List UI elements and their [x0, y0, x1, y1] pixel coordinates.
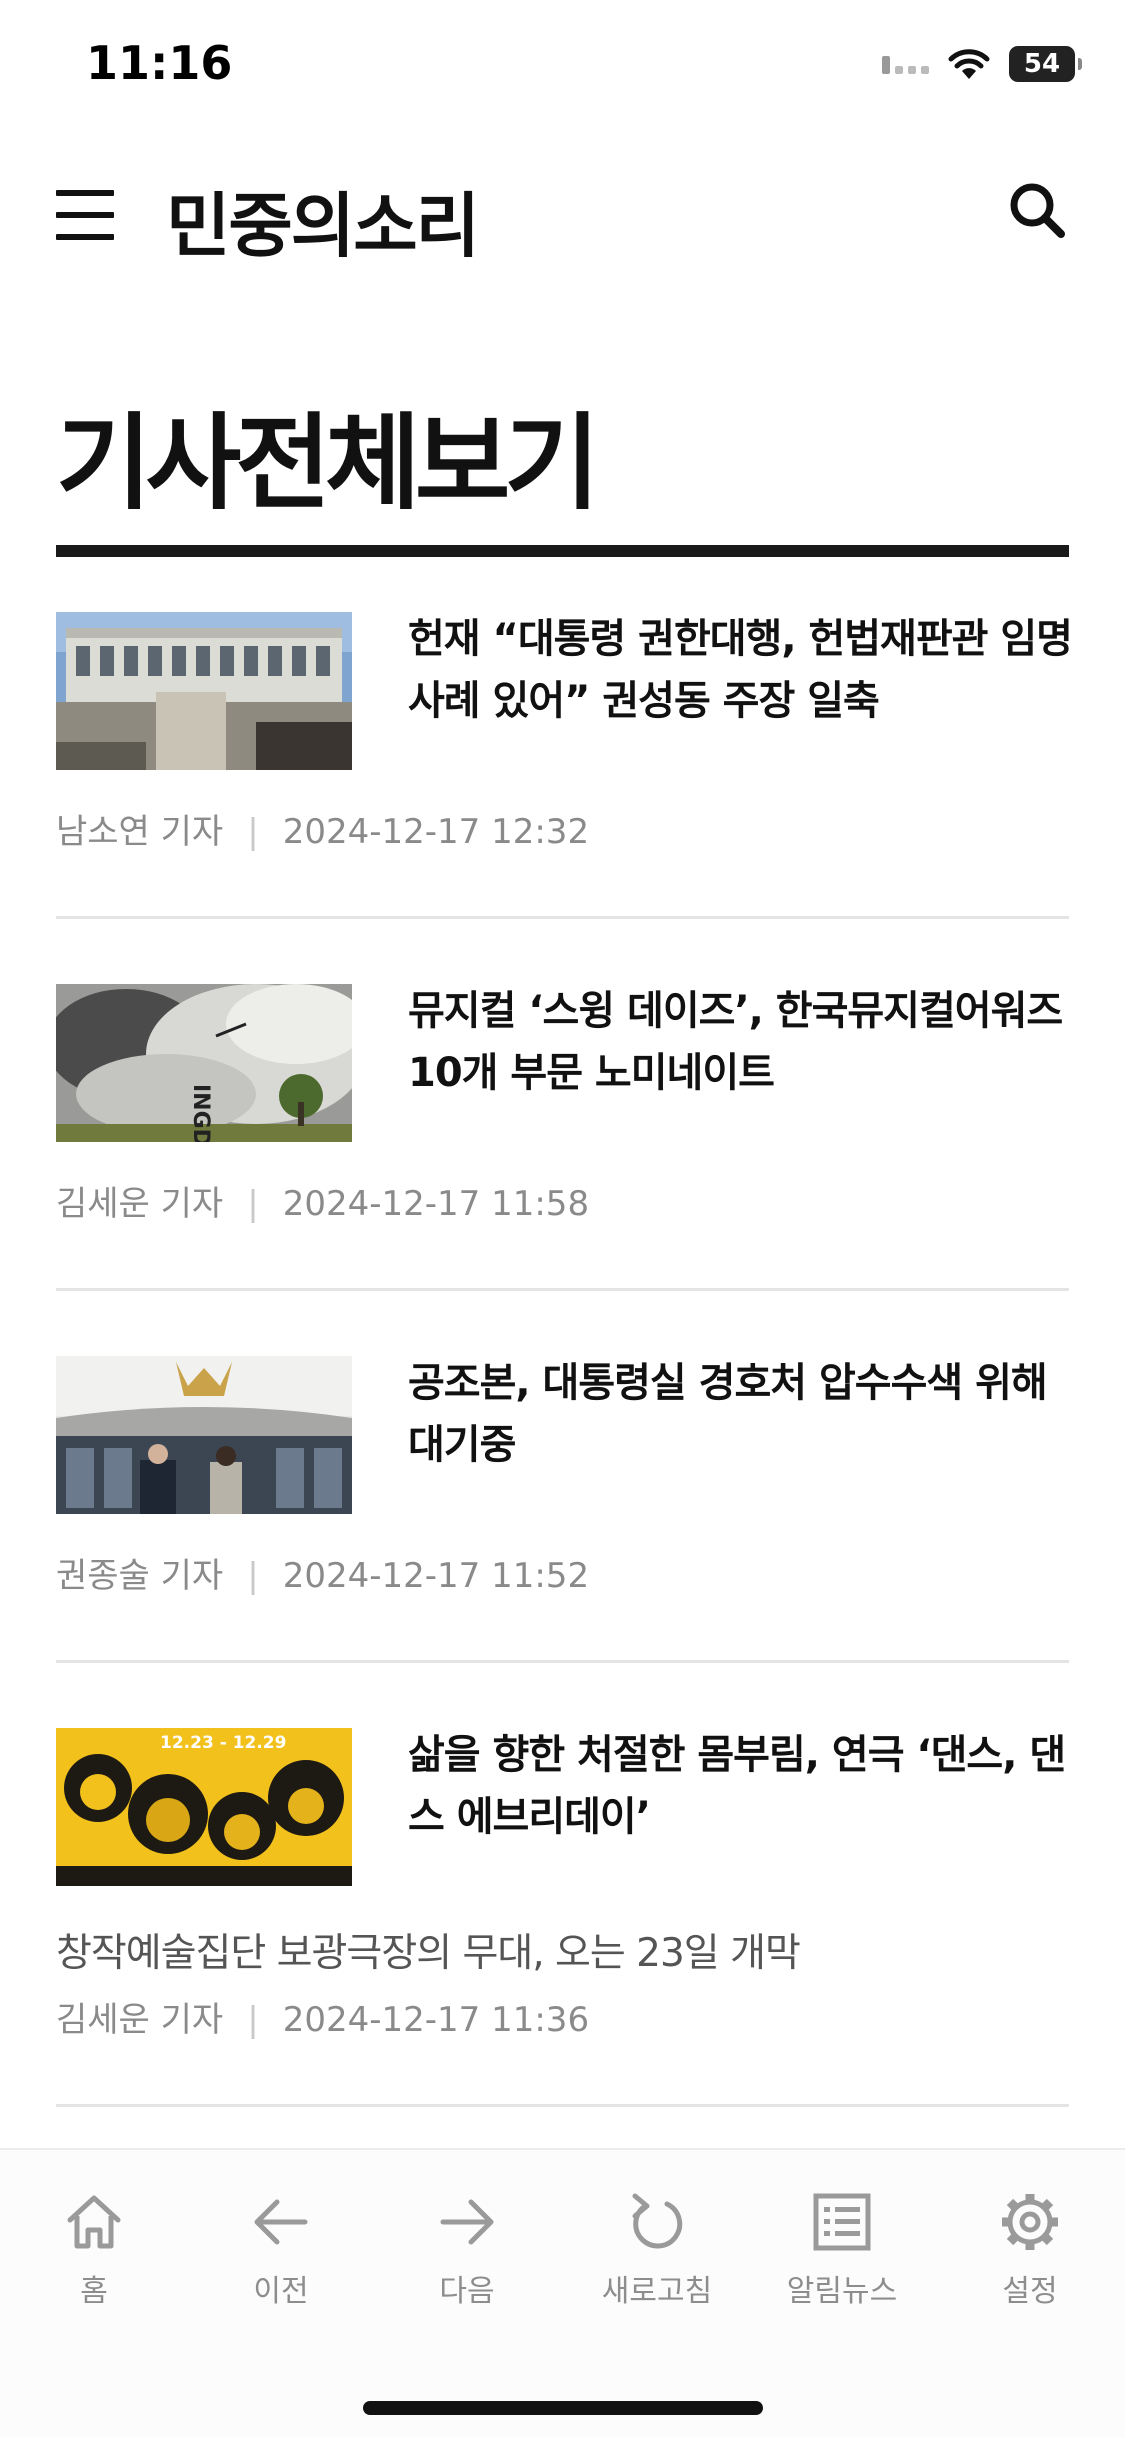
poster-date-text: 12.23 - 12.29 [160, 1733, 286, 1753]
article-subtitle: 창작예술집단 보광극장의 무대, 오는 23일 개막 [56, 1931, 801, 1976]
article-headline[interactable]: 헌재 “대통령 권한대행, 헌법재판관 임명 사례 있어” 권성동 주장 일축 [408, 608, 1073, 732]
article-thumbnail[interactable]: 12.23 - 12.29 [56, 1728, 352, 1886]
hamburger-menu-icon[interactable] [56, 190, 114, 242]
article-date: 2024-12-17 12:32 [282, 812, 590, 852]
list-icon [813, 2193, 871, 2251]
nav-settings[interactable]: 설정 [960, 2190, 1100, 2310]
app-header: 민중의소리 [0, 150, 1125, 280]
article-meta: 권종술 기자 | 2024-12-17 11:52 [56, 1548, 589, 1597]
home-indicator[interactable] [363, 2401, 763, 2415]
meta-separator: | [247, 2000, 259, 2040]
nav-forward[interactable]: 다음 [397, 2190, 537, 2310]
article-author: 김세운 기자 [56, 2000, 224, 2040]
wifi-icon [947, 47, 991, 81]
meta-separator: | [247, 1556, 259, 1596]
bottom-navigation: 홈 이전 다음 새로고침 알림뉴스 설정 [0, 2148, 1125, 2438]
article-thumbnail[interactable] [56, 1356, 352, 1514]
home-icon [67, 2195, 121, 2249]
article-divider [56, 1288, 1069, 1291]
status-bar: 11:16 54 [0, 0, 1125, 130]
article-divider [56, 916, 1069, 919]
nav-refresh[interactable]: 새로고침 [587, 2190, 727, 2310]
article-author: 김세운 기자 [56, 1184, 224, 1224]
page-title: 기사전체보기 [56, 402, 600, 524]
nav-label: 설정 [1002, 2274, 1058, 2309]
article-thumbnail[interactable]: INGDAYS [56, 984, 352, 1142]
article-headline[interactable]: 뮤지컬 ‘스윙 데이즈’, 한국뮤지컬어워즈 10개 부문 노미네이트 [408, 980, 1072, 1104]
article-divider [56, 1660, 1069, 1663]
cellular-signal-icon [882, 54, 929, 74]
battery-icon: 54 [1009, 46, 1082, 82]
article-date: 2024-12-17 11:36 [282, 2000, 590, 2040]
nav-label: 이전 [253, 2274, 309, 2309]
status-icons: 54 [882, 46, 1082, 82]
article-meta: 김세운 기자 | 2024-12-17 11:58 [56, 1176, 589, 1225]
article-date: 2024-12-17 11:52 [282, 1556, 590, 1596]
article-meta: 남소연 기자 | 2024-12-17 12:32 [56, 804, 589, 853]
nav-label: 홈 [80, 2274, 108, 2309]
status-time: 11:16 [86, 36, 233, 90]
nav-home[interactable]: 홈 [24, 2190, 164, 2310]
search-icon[interactable] [1005, 178, 1069, 242]
article-author: 권종술 기자 [56, 1556, 224, 1596]
article-divider [56, 2104, 1069, 2107]
svg-text:INGDAYS: INGDAYS [188, 1084, 213, 1142]
brand-logo[interactable]: 민중의소리 [166, 170, 480, 271]
nav-label: 새로고침 [601, 2274, 713, 2309]
arrow-right-icon [440, 2199, 494, 2245]
gear-icon [1002, 2194, 1058, 2250]
article-headline[interactable]: 삶을 향한 처절한 몸부림, 연극 ‘댄스, 댄스 에브리데이’ [408, 1724, 1072, 1848]
arrow-left-icon [254, 2199, 308, 2245]
article-meta: 김세운 기자 | 2024-12-17 11:36 [56, 1992, 589, 2041]
article-thumbnail[interactable] [56, 612, 352, 770]
article-headline[interactable]: 공조본, 대통령실 경호처 압수수색 위해 대기중 [408, 1352, 1072, 1476]
nav-label: 알림뉴스 [786, 2274, 898, 2309]
title-divider [56, 545, 1069, 557]
refresh-icon [632, 2193, 683, 2249]
article-date: 2024-12-17 11:58 [282, 1184, 590, 1224]
meta-separator: | [247, 812, 259, 852]
nav-label: 다음 [439, 2274, 495, 2309]
meta-separator: | [247, 1184, 259, 1224]
article-author: 남소연 기자 [56, 812, 224, 852]
nav-alert-news[interactable]: 알림뉴스 [772, 2190, 912, 2310]
nav-back[interactable]: 이전 [211, 2190, 351, 2310]
